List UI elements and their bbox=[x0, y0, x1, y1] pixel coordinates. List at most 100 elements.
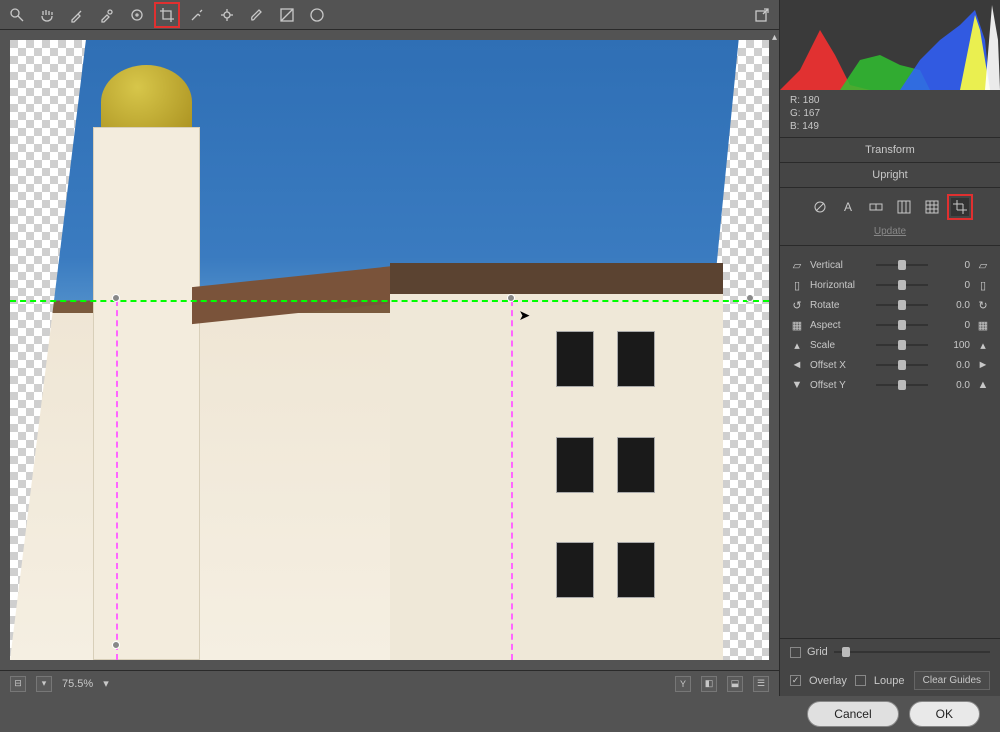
radial-tool-icon[interactable] bbox=[308, 6, 326, 24]
grid9-icon: ▦ bbox=[976, 319, 990, 332]
h-right-icon: ▯ bbox=[976, 279, 990, 292]
upright-level-icon[interactable] bbox=[867, 198, 885, 216]
arrow-r-icon: ► bbox=[976, 359, 990, 371]
photo-detail bbox=[617, 542, 655, 598]
grid-row: Grid bbox=[780, 638, 1000, 665]
grid-label: Grid bbox=[807, 646, 828, 658]
hand-tool-icon[interactable] bbox=[38, 6, 56, 24]
offset-x-slider[interactable] bbox=[876, 358, 928, 372]
view-toggle-icon[interactable]: ⊟ bbox=[10, 676, 26, 692]
open-image-icon[interactable] bbox=[753, 6, 771, 24]
slider-row-offset-x: ◄Offset X0.0► bbox=[790, 358, 990, 372]
gradient-tool-icon[interactable] bbox=[278, 6, 296, 24]
upright-section-title: Upright bbox=[780, 163, 1000, 188]
b-label: B: bbox=[790, 121, 799, 132]
app-root: ▴ ➤ bbox=[0, 0, 1000, 696]
overlay-label: Overlay bbox=[809, 675, 847, 687]
photo-detail bbox=[617, 437, 655, 493]
upright-update-link[interactable]: Update bbox=[780, 226, 1000, 245]
upright-guided-icon[interactable] bbox=[951, 198, 969, 216]
rot-cw-icon: ↻ bbox=[976, 299, 990, 312]
slider-value: 0 bbox=[934, 320, 970, 331]
slider-row-scale: ▴Scale100▴ bbox=[790, 338, 990, 352]
rotate-slider[interactable] bbox=[876, 298, 928, 312]
loupe-label: Loupe bbox=[874, 675, 905, 687]
grid9-icon: ▦ bbox=[790, 319, 804, 332]
upright-guide-vertical[interactable] bbox=[116, 300, 118, 660]
g-label: G: bbox=[790, 108, 801, 119]
rot-ccw-icon: ↺ bbox=[790, 299, 804, 312]
photo-detail bbox=[556, 437, 594, 493]
transform-section-title: Transform bbox=[780, 137, 1000, 163]
b-value: 149 bbox=[802, 121, 819, 132]
slider-value: 0 bbox=[934, 280, 970, 291]
sampler-tool-icon[interactable] bbox=[98, 6, 116, 24]
spot-tool-icon[interactable] bbox=[188, 6, 206, 24]
upright-full-icon[interactable] bbox=[923, 198, 941, 216]
arrow-u-icon: ▲ bbox=[976, 379, 990, 391]
clear-guides-button[interactable]: Clear Guides bbox=[914, 671, 990, 690]
scale-slider[interactable] bbox=[876, 338, 928, 352]
upright-guide-vertical[interactable] bbox=[511, 300, 513, 660]
aspect-slider[interactable] bbox=[876, 318, 928, 332]
histogram[interactable] bbox=[780, 0, 1000, 90]
target-tool-icon[interactable] bbox=[128, 6, 146, 24]
image-canvas[interactable]: ➤ bbox=[10, 40, 769, 660]
vertical-slider[interactable] bbox=[876, 258, 928, 272]
overlay-checkbox[interactable] bbox=[790, 675, 801, 686]
loupe-checkbox[interactable] bbox=[855, 675, 866, 686]
slider-label: Aspect bbox=[810, 320, 870, 331]
split-horizontal-icon[interactable]: ⬓ bbox=[727, 676, 743, 692]
settings-sliders-icon[interactable]: ☰ bbox=[753, 676, 769, 692]
slider-row-offset-y: ▼Offset Y0.0▲ bbox=[790, 378, 990, 392]
left-pane: ▴ ➤ bbox=[0, 0, 780, 696]
grid-size-slider[interactable] bbox=[834, 645, 990, 659]
ok-button[interactable]: OK bbox=[909, 701, 980, 727]
horizontal-slider[interactable] bbox=[876, 278, 928, 292]
before-after-y-icon[interactable]: Y bbox=[675, 676, 691, 692]
zoom-dropdown-icon[interactable]: ▾ bbox=[103, 677, 109, 690]
redeye-tool-icon[interactable] bbox=[218, 6, 236, 24]
photo-detail bbox=[556, 331, 594, 387]
upright-guide-horizontal[interactable] bbox=[10, 300, 769, 302]
r-value: 180 bbox=[803, 95, 820, 106]
scroll-up-icon[interactable]: ▴ bbox=[772, 32, 777, 43]
slider-row-vertical: ▱Vertical0▱ bbox=[790, 258, 990, 272]
slider-row-horizontal: ▯ Horizontal 0 ▯ bbox=[790, 278, 990, 292]
right-pane: R: 180 G: 167 B: 149 Transform Upright A… bbox=[780, 0, 1000, 696]
photo-detail bbox=[556, 542, 594, 598]
eyedropper-tool-icon[interactable] bbox=[68, 6, 86, 24]
h-left-icon: ▯ bbox=[790, 279, 804, 292]
offset-y-slider[interactable] bbox=[876, 378, 928, 392]
upright-mode-row: A bbox=[780, 188, 1000, 226]
slider-row-aspect: ▦ Aspect 0 ▦ bbox=[790, 318, 990, 332]
v-top-icon: ▱ bbox=[790, 259, 804, 272]
photo-detail bbox=[617, 331, 655, 387]
view-toggle-icon[interactable]: ▾ bbox=[36, 676, 52, 692]
brush-tool-icon[interactable] bbox=[248, 6, 266, 24]
crop-tool-icon[interactable] bbox=[158, 6, 176, 24]
grid-checkbox[interactable] bbox=[790, 647, 801, 658]
upright-off-icon[interactable] bbox=[811, 198, 829, 216]
split-vertical-icon[interactable]: ◧ bbox=[701, 676, 717, 692]
cursor-icon: ➤ bbox=[519, 307, 531, 324]
lock-icon: ▴ bbox=[976, 339, 990, 352]
upright-auto-icon[interactable]: A bbox=[839, 198, 857, 216]
slider-label: Rotate bbox=[810, 300, 870, 311]
slider-label: Vertical bbox=[810, 260, 870, 271]
arrow-d-icon: ▼ bbox=[790, 379, 804, 391]
g-value: 167 bbox=[803, 108, 820, 119]
arrow-l-icon: ◄ bbox=[790, 359, 804, 371]
slider-label: Offset X bbox=[810, 360, 870, 371]
zoom-level[interactable]: 75.5% bbox=[62, 678, 93, 690]
canvas-wrap: ▴ ➤ bbox=[0, 30, 779, 670]
slider-row-rotate: ↺Rotate0.0↻ bbox=[790, 298, 990, 312]
lock-icon: ▴ bbox=[790, 339, 804, 352]
slider-label: Horizontal bbox=[810, 280, 870, 291]
upright-vertical-icon[interactable] bbox=[895, 198, 913, 216]
transform-sliders: ▱Vertical0▱▯Horizontal0▯↺Rotate0.0↻▦Aspe… bbox=[780, 245, 1000, 404]
cancel-button[interactable]: Cancel bbox=[807, 701, 898, 727]
slider-label: Scale bbox=[810, 340, 870, 351]
toolbar bbox=[0, 0, 779, 30]
zoom-tool-icon[interactable] bbox=[8, 6, 26, 24]
